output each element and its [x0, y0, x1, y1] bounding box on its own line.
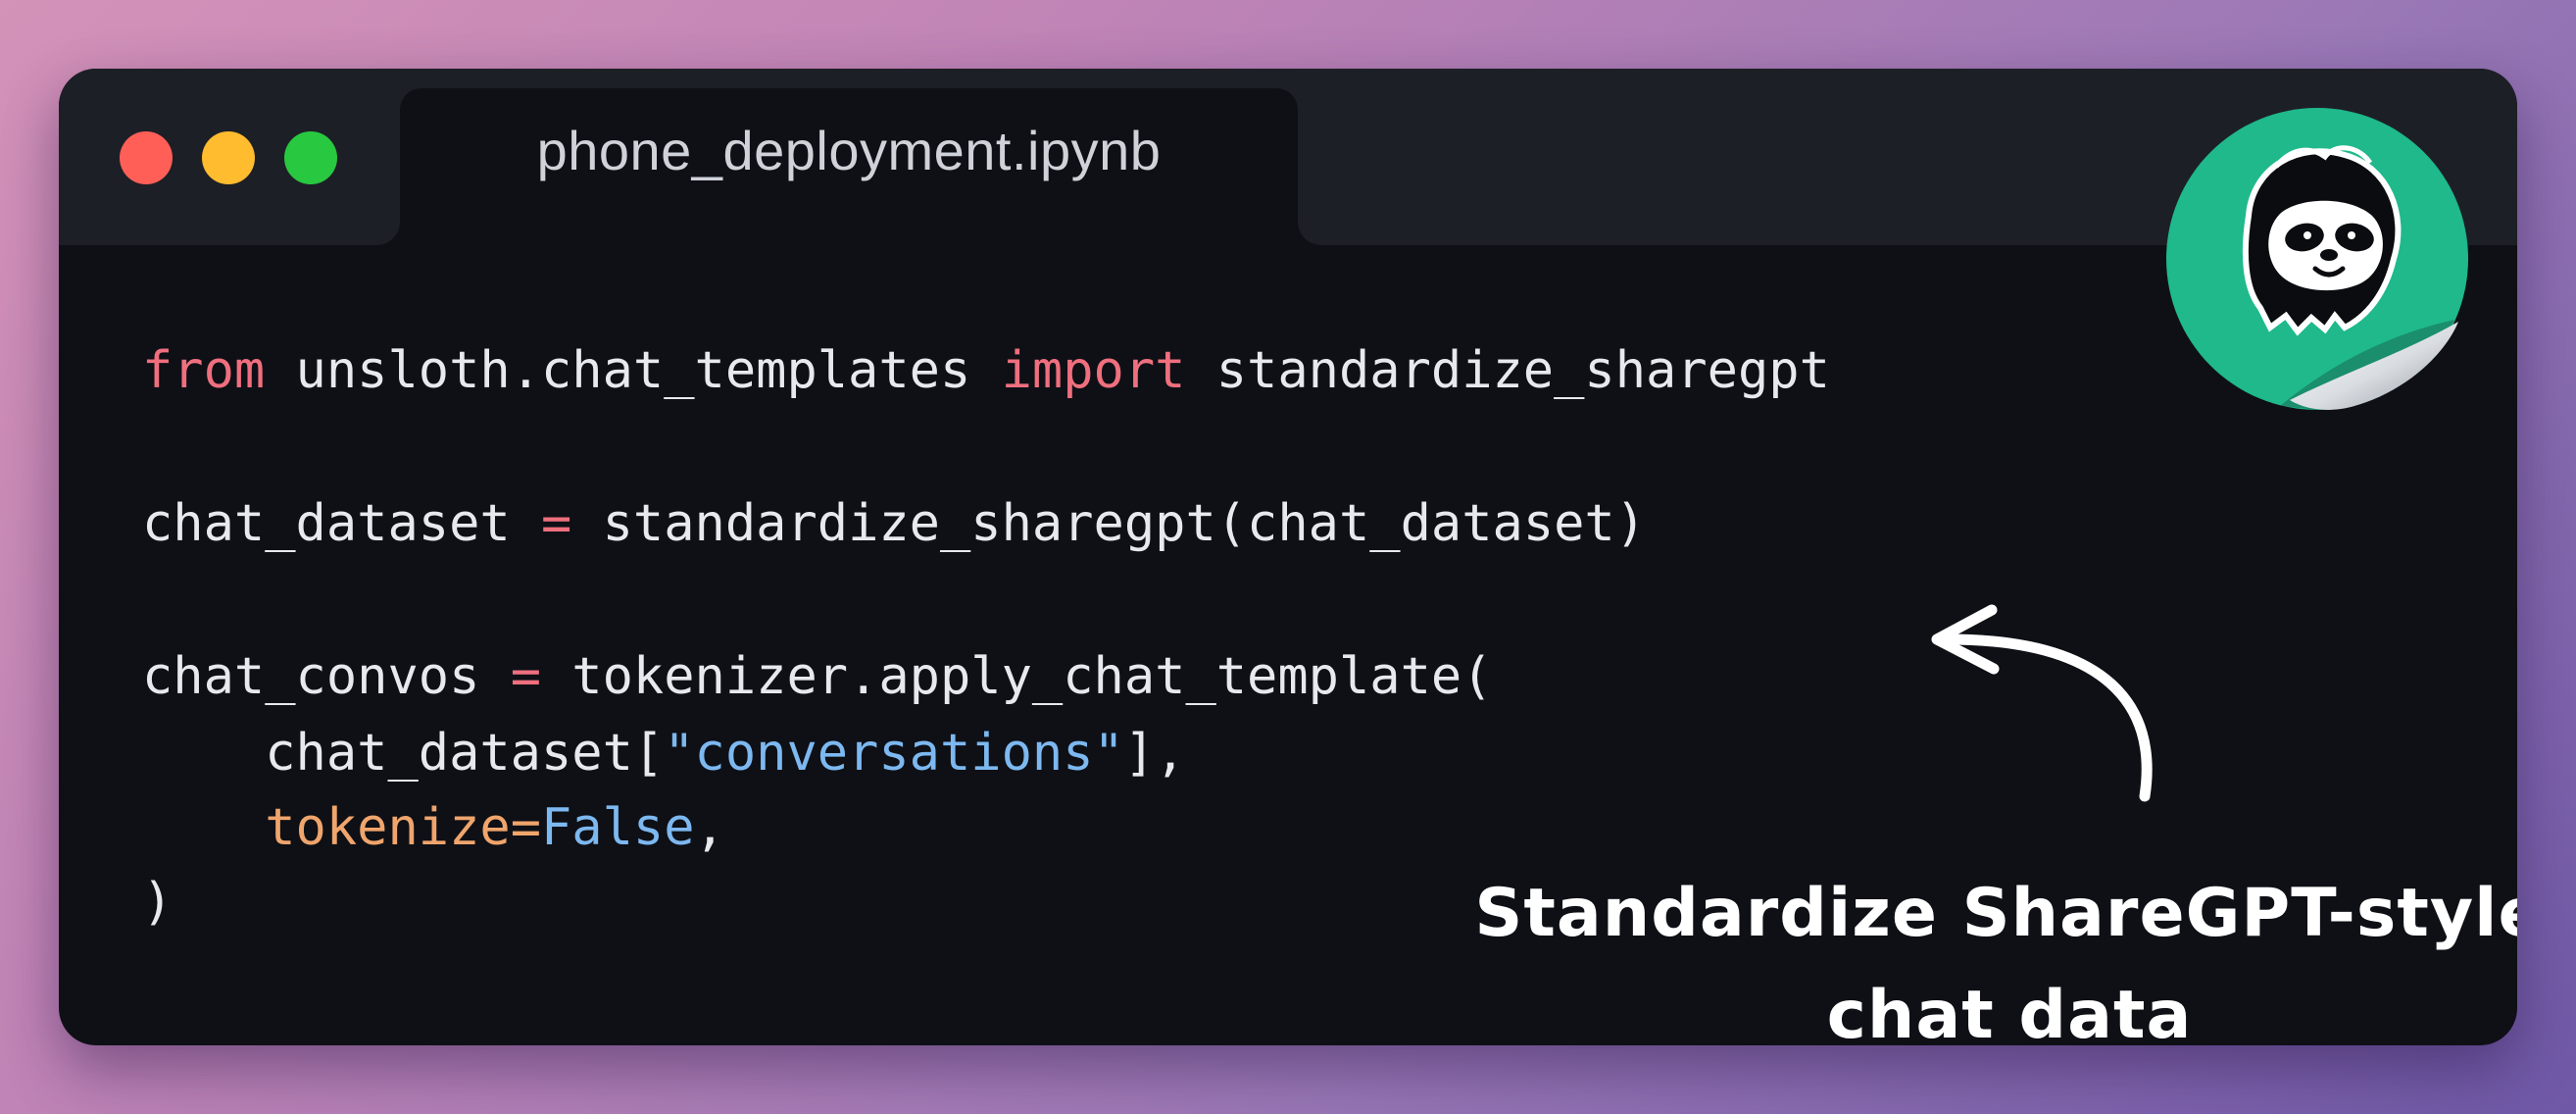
string-literal: "conversations" — [664, 724, 1124, 783]
index-suffix: ], — [1123, 724, 1186, 783]
code-block[interactable]: from unsloth.chat_templates import stand… — [142, 333, 1830, 1045]
annotation-caption: Standardize ShareGPT-style chat data — [1412, 863, 2517, 1045]
keyword-from: from — [142, 341, 266, 400]
module-name: unsloth.chat_templates — [265, 341, 1002, 400]
curved-arrow-icon — [1931, 604, 2153, 802]
index-prefix: chat_dataset[ — [142, 724, 665, 783]
code-line-2: chat_dataset = standardize_sharegpt(chat… — [142, 486, 1646, 561]
assign-operator: = — [541, 494, 572, 553]
minimize-window-button[interactable] — [202, 131, 255, 184]
keyword-argument: tokenize= — [265, 798, 541, 857]
assign-target: chat_convos — [142, 647, 511, 706]
assign-target: chat_dataset — [142, 494, 541, 553]
keyword-import: import — [1001, 341, 1186, 400]
code-line-4: chat_dataset["conversations"], — [142, 716, 1185, 790]
editor-window: phone_deployment.ipynb from unsloth.chat… — [59, 69, 2517, 1045]
tab-notebook[interactable]: phone_deployment.ipynb — [400, 88, 1298, 245]
assign-operator: = — [510, 647, 541, 706]
tab-corner-left — [376, 222, 400, 245]
code-line-6: ) — [142, 865, 173, 939]
close-window-button[interactable] — [120, 131, 173, 184]
maximize-window-button[interactable] — [284, 131, 337, 184]
title-bar: phone_deployment.ipynb — [59, 69, 2517, 245]
closing-paren: ) — [142, 873, 173, 932]
comma: , — [694, 798, 725, 857]
assign-value: standardize_sharegpt(chat_dataset) — [571, 494, 1647, 553]
sloth-sticker-icon — [2166, 108, 2468, 410]
code-line-1: from unsloth.chat_templates import stand… — [142, 333, 1830, 408]
tab-corner-right — [1298, 222, 1321, 245]
annotation-line-2: chat data — [1826, 977, 2193, 1045]
boolean-constant: False — [541, 798, 695, 857]
tab-label: phone_deployment.ipynb — [536, 120, 1162, 181]
code-line-3: chat_convos = tokenizer.apply_chat_templ… — [142, 639, 1493, 714]
assign-value: tokenizer.apply_chat_template( — [541, 647, 1493, 706]
imported-name: standardize_sharegpt — [1185, 341, 1830, 400]
annotation-line-1: Standardize ShareGPT-style — [1474, 875, 2517, 952]
code-line-5: tokenize=False, — [142, 790, 725, 865]
